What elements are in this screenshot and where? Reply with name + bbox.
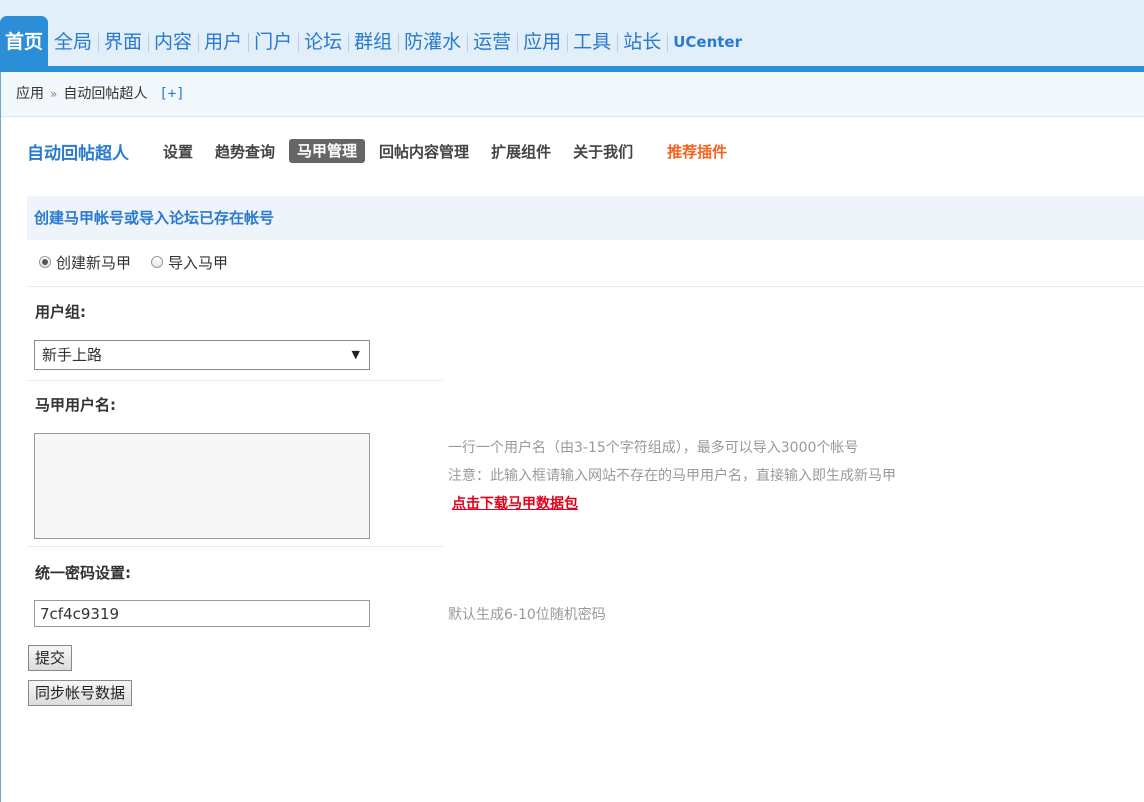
menu-item-about-us[interactable]: 关于我们 (573, 141, 633, 162)
radio-create-new-label: 创建新马甲 (56, 253, 132, 272)
radio-import[interactable]: 导入马甲 (151, 252, 228, 273)
sync-accounts-button[interactable]: 同步帐号数据 (28, 680, 133, 706)
divider (27, 380, 443, 381)
tab-global[interactable]: 全局 (48, 16, 98, 66)
tab-interface[interactable]: 界面 (98, 16, 148, 66)
usergroup-select[interactable]: 新手上路 ▼ (34, 340, 370, 370)
section-title: 创建马甲帐号或导入论坛已存在帐号 (34, 209, 275, 227)
radio-create-new[interactable]: 创建新马甲 (39, 252, 131, 273)
tab-tools[interactable]: 工具 (567, 16, 617, 66)
download-vest-data-link[interactable]: 点击下载马甲数据包 (452, 493, 578, 513)
tab-groups[interactable]: 群组 (348, 16, 398, 66)
usernames-label: 马甲用户名: (35, 396, 116, 414)
breadcrumb: 应用 » 自动回帖超人 [+] (1, 72, 1144, 117)
radio-unchecked-icon[interactable] (151, 256, 164, 268)
plugin-menu: 自动回帖超人 设置 趋势查询 马甲管理 回帖内容管理 扩展组件 关于我们 推荐插… (27, 138, 749, 164)
tab-forum[interactable]: 论坛 (298, 16, 348, 66)
tab-users[interactable]: 用户 (198, 16, 248, 66)
plugin-title: 自动回帖超人 (27, 143, 129, 164)
usergroup-label: 用户组: (35, 303, 86, 321)
password-label: 统一密码设置: (35, 564, 131, 582)
tab-operations[interactable]: 运营 (467, 16, 517, 66)
section-header: 创建马甲帐号或导入论坛已存在帐号 (27, 196, 1144, 240)
divider (27, 546, 443, 547)
radio-import-label: 导入马甲 (168, 253, 229, 272)
left-border (0, 72, 1, 802)
submit-button[interactable]: 提交 (28, 645, 73, 671)
tab-apps[interactable]: 应用 (517, 16, 567, 66)
password-input[interactable] (34, 600, 370, 627)
usernames-hint-note: 注意：此输入框请输入网站不存在的马甲用户名，直接输入即生成新马甲 (448, 468, 896, 484)
menu-item-extensions[interactable]: 扩展组件 (491, 141, 551, 162)
mode-radio-group: 创建新马甲 导入马甲 (39, 248, 248, 276)
top-navigation: 首页 全局 界面 内容 用户 门户 论坛 群组 防灌水 运营 应用 工具 站长 … (0, 0, 1144, 66)
menu-item-recommend-plugins[interactable]: 推荐插件 (667, 141, 727, 162)
menu-item-reply-content[interactable]: 回帖内容管理 (379, 141, 469, 162)
radio-checked-icon[interactable] (39, 256, 51, 268)
divider (27, 286, 1144, 287)
dropdown-arrow-icon: ▼ (351, 348, 360, 361)
usernames-hint-limit: 一行一个用户名（由3-15个字符组成），最多可以导入3000个帐号 (448, 440, 859, 456)
tab-home[interactable]: 首页 (0, 16, 49, 66)
tab-content[interactable]: 内容 (148, 16, 198, 66)
tab-portal[interactable]: 门户 (248, 16, 298, 66)
top-nav-tabs: 首页 全局 界面 内容 用户 门户 论坛 群组 防灌水 运营 应用 工具 站长 … (0, 16, 748, 66)
tab-ucenter[interactable]: UCenter (667, 16, 748, 66)
password-hint: 默认生成6-10位随机密码 (448, 607, 606, 623)
breadcrumb-separator: » (50, 87, 58, 101)
tab-webmaster[interactable]: 站长 (617, 16, 667, 66)
menu-item-settings[interactable]: 设置 (163, 141, 193, 162)
usergroup-selected-value: 新手上路 (42, 346, 103, 364)
breadcrumb-current: 自动回帖超人 (63, 86, 148, 102)
add-shortcut-button[interactable]: [+] (159, 72, 184, 116)
menu-item-vest-management[interactable]: 马甲管理 (289, 139, 366, 163)
usernames-textarea[interactable] (34, 433, 370, 539)
tab-anti-spam[interactable]: 防灌水 (398, 16, 467, 66)
menu-item-trend-query[interactable]: 趋势查询 (215, 141, 275, 162)
breadcrumb-root[interactable]: 应用 (16, 72, 44, 116)
